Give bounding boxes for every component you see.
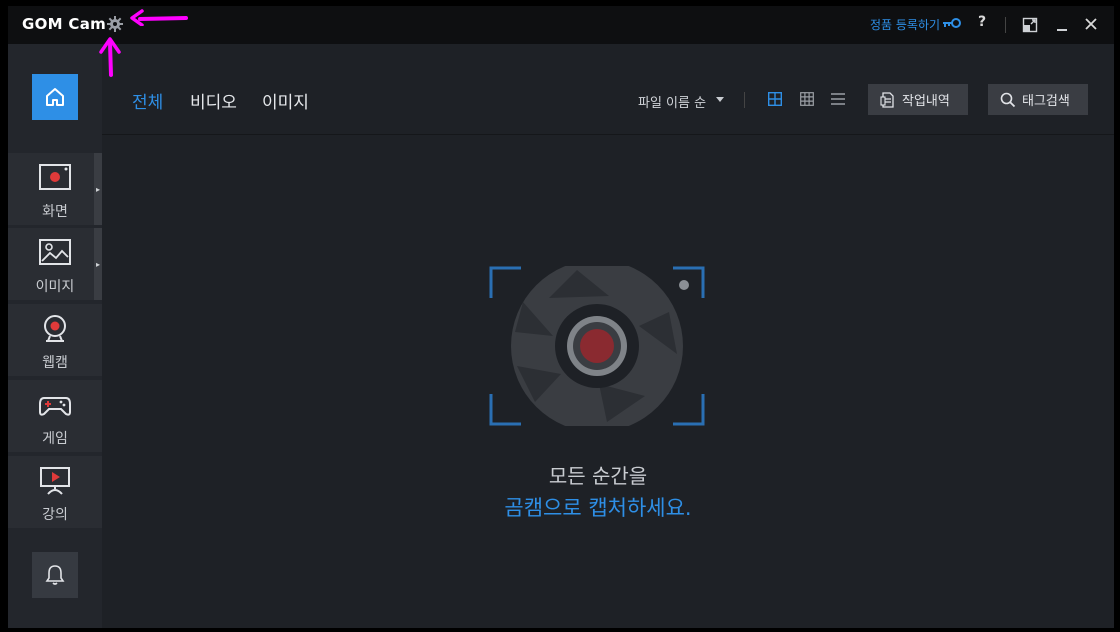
header-divider xyxy=(102,134,1114,135)
home-icon xyxy=(46,88,64,106)
sidebar: 화면 ▸ 이미지 ▸ 웹캠 게임 강의 xyxy=(8,44,102,628)
app-window: GOM Cam 정품 등록하기 ? 화면 ▸ 이미지 ▸ 웹캠 게임 강의 전체… xyxy=(8,6,1114,628)
tab-video[interactable]: 비디오 xyxy=(190,88,237,113)
sidebar-item-game[interactable]: 게임 xyxy=(8,380,102,452)
logo-cam: Cam xyxy=(68,15,107,33)
search-icon xyxy=(1000,92,1016,107)
sidebar-item-image[interactable]: 이미지 ▸ xyxy=(8,228,102,300)
screen-submenu-toggle[interactable]: ▸ xyxy=(94,153,102,225)
notification-button[interactable] xyxy=(32,552,78,598)
tag-search-button[interactable]: 태그검색 xyxy=(988,84,1088,115)
empty-state-line1: 모든 순간을 xyxy=(548,464,648,488)
close-icon[interactable] xyxy=(1082,15,1100,33)
annotation-arrow-up xyxy=(99,37,121,77)
annotation-arrow-left xyxy=(130,9,188,26)
key-icon[interactable] xyxy=(942,16,962,30)
tag-search-label: 태그검색 xyxy=(1022,94,1070,109)
toolbar-divider xyxy=(744,92,745,108)
app-logo: GOM Cam xyxy=(22,15,106,33)
history-button-label: 작업내역 xyxy=(902,94,950,109)
gear-icon[interactable] xyxy=(106,15,124,33)
chevron-right-icon: ▸ xyxy=(96,185,101,194)
bell-icon xyxy=(45,565,65,585)
sort-dropdown[interactable]: 파일 이름 순 xyxy=(638,92,706,111)
chevron-right-icon: ▸ xyxy=(96,260,101,269)
register-link[interactable]: 정품 등록하기 xyxy=(870,16,940,33)
small-grid-view-icon[interactable] xyxy=(800,92,814,106)
large-grid-view-icon[interactable] xyxy=(768,92,782,106)
chevron-down-icon[interactable] xyxy=(716,97,724,102)
camera-aperture-icon xyxy=(489,266,705,426)
webcam-icon xyxy=(44,315,66,342)
sidebar-item-label: 웹캠 xyxy=(42,355,68,371)
history-button[interactable]: 작업내역 xyxy=(868,84,968,115)
help-button[interactable]: ? xyxy=(974,14,990,30)
sidebar-item-label: 강의 xyxy=(42,507,68,523)
image-icon xyxy=(39,239,71,265)
document-icon xyxy=(880,91,894,108)
minimize-icon[interactable] xyxy=(1054,17,1070,33)
titlebar-divider xyxy=(1005,17,1006,33)
sidebar-item-label: 게임 xyxy=(42,431,68,447)
screen-record-icon xyxy=(39,164,71,190)
home-button[interactable] xyxy=(32,74,78,120)
tab-all[interactable]: 전체 xyxy=(132,88,163,113)
sidebar-item-webcam[interactable]: 웹캠 xyxy=(8,304,102,376)
empty-state-line2: 곰캠으로 캡처하세요. xyxy=(504,496,692,520)
sidebar-item-label: 화면 xyxy=(42,204,68,220)
lecture-icon xyxy=(40,467,70,495)
sidebar-item-screen[interactable]: 화면 ▸ xyxy=(8,153,102,225)
mini-mode-icon[interactable] xyxy=(1022,17,1038,33)
tab-image[interactable]: 이미지 xyxy=(262,88,309,113)
image-submenu-toggle[interactable]: ▸ xyxy=(94,228,102,300)
sidebar-item-lecture[interactable]: 강의 xyxy=(8,456,102,528)
gamepad-icon xyxy=(39,397,71,416)
list-view-icon[interactable] xyxy=(831,92,845,106)
sidebar-item-label: 이미지 xyxy=(35,279,75,295)
logo-gom: GOM xyxy=(22,15,63,33)
